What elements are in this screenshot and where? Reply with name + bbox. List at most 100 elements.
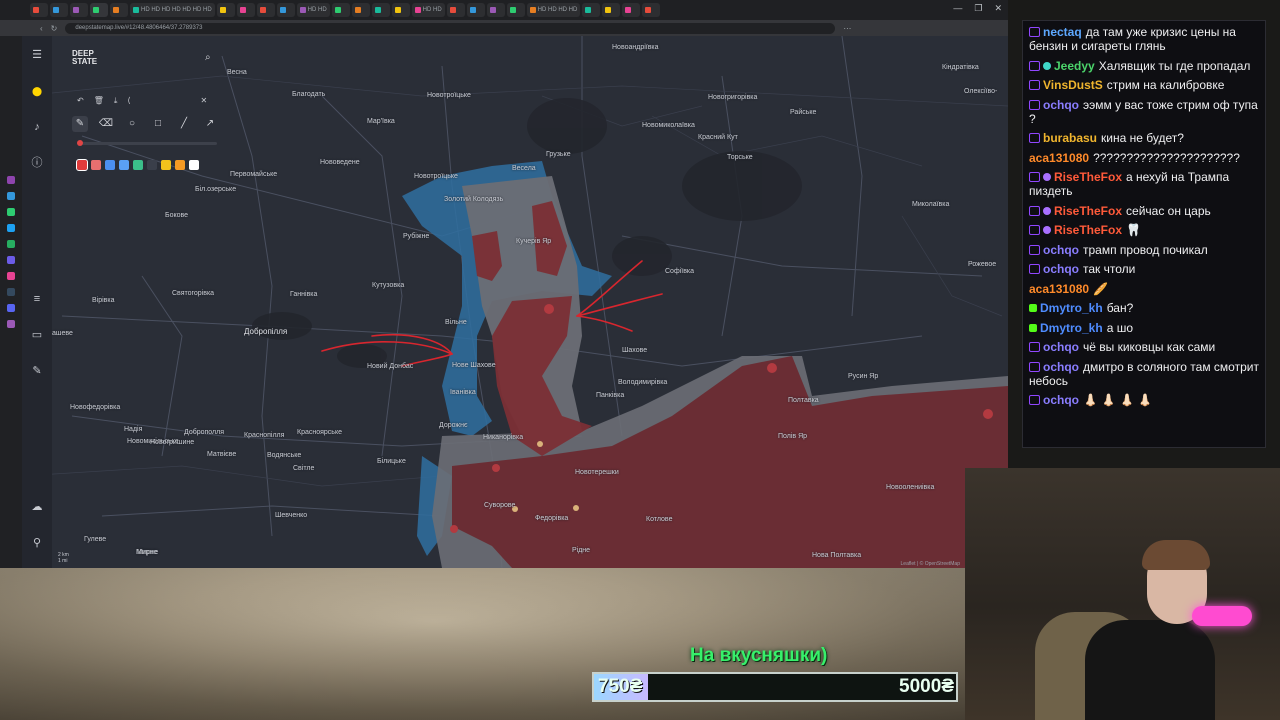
chat-username[interactable]: ochqo bbox=[1043, 243, 1079, 257]
browser-tab[interactable] bbox=[486, 3, 505, 17]
arrow-tool-icon[interactable]: ↗ bbox=[202, 116, 218, 132]
map-canvas[interactable]: Новоандріївка Весна Благодать Новотроїцьке М… bbox=[22, 36, 1008, 568]
browser-tab[interactable]: HD HD bbox=[411, 3, 445, 17]
color-swatch[interactable] bbox=[105, 160, 115, 170]
undo-icon[interactable]: ↶ bbox=[77, 96, 84, 106]
maximize-button[interactable]: ❐ bbox=[974, 3, 982, 14]
browser-tab[interactable] bbox=[110, 3, 128, 17]
search-icon[interactable]: ⌕ bbox=[205, 52, 211, 63]
chat-username[interactable]: ochqo bbox=[1043, 340, 1079, 354]
url-field[interactable]: deepstatemap.live/#12/48.4806464/37.2789… bbox=[65, 22, 836, 34]
color-swatch[interactable] bbox=[76, 159, 88, 171]
browser-tab[interactable] bbox=[506, 3, 525, 17]
browser-tab[interactable] bbox=[371, 3, 390, 17]
eraser-tool-icon[interactable]: ⌫ bbox=[98, 116, 114, 132]
browser-tab[interactable] bbox=[446, 3, 465, 17]
color-swatch[interactable] bbox=[91, 160, 101, 170]
deepstate-rail: ☰ ⬤ ♪ ⓘ ≡ ▭ ✎ ☁ ⚲ ◎ ☢ bbox=[22, 36, 52, 568]
close-window-button[interactable]: ✕ bbox=[994, 3, 1002, 14]
browser-tab[interactable]: HD HD HD HD HD HD HD bbox=[130, 3, 215, 17]
browser-tab[interactable] bbox=[331, 3, 350, 17]
browser-tab[interactable]: HD HD HD HD bbox=[526, 3, 581, 17]
logo-line2: STATE bbox=[72, 57, 98, 66]
browser-tab[interactable] bbox=[391, 3, 410, 17]
chat-username[interactable]: aca131080 bbox=[1029, 151, 1089, 165]
chat-username[interactable]: burabasu bbox=[1043, 131, 1097, 145]
chat-text: чё вы киковцы как сами bbox=[1083, 340, 1216, 354]
app-icon[interactable] bbox=[7, 256, 15, 264]
app-icon[interactable] bbox=[7, 208, 15, 216]
chat-username[interactable]: nectaq bbox=[1043, 25, 1082, 39]
browser-tab[interactable]: HD HD bbox=[296, 3, 330, 17]
browser-tab[interactable] bbox=[602, 3, 621, 17]
chat-username[interactable]: RiseTheFox bbox=[1054, 223, 1122, 237]
chat-username[interactable]: ochqo bbox=[1043, 393, 1079, 407]
list-icon[interactable]: ▭ bbox=[30, 328, 44, 342]
browser-tab[interactable] bbox=[642, 3, 661, 17]
app-icon[interactable] bbox=[7, 224, 15, 232]
map-place-label: Грузьке bbox=[546, 151, 571, 158]
app-icon[interactable] bbox=[7, 192, 15, 200]
deepstate-logo[interactable]: DEEP STATE bbox=[72, 50, 97, 66]
slider-thumb[interactable] bbox=[77, 140, 83, 146]
circle-tool-icon[interactable]: ○ bbox=[124, 116, 140, 132]
color-swatch[interactable] bbox=[133, 160, 143, 170]
chat-username[interactable]: Dmytro_kh bbox=[1040, 321, 1103, 335]
notifications-icon[interactable]: ♪ bbox=[30, 120, 44, 134]
browser-tab[interactable] bbox=[622, 3, 641, 17]
stroke-width-slider[interactable] bbox=[77, 140, 217, 146]
antenna-icon[interactable]: ⚲ bbox=[30, 536, 44, 550]
browser-tab[interactable] bbox=[90, 3, 108, 17]
app-icon[interactable] bbox=[7, 304, 15, 312]
chat-username[interactable]: aca131080 bbox=[1029, 282, 1089, 296]
browser-tab[interactable] bbox=[216, 3, 235, 17]
cloud-icon[interactable]: ☁ bbox=[30, 500, 44, 514]
menu-icon[interactable]: ☰ bbox=[30, 48, 44, 62]
browser-tab[interactable] bbox=[466, 3, 485, 17]
extensions-icon[interactable]: ⋯ bbox=[843, 24, 851, 33]
info-icon[interactable]: ⓘ bbox=[30, 156, 44, 170]
chat-username[interactable]: RiseTheFox bbox=[1054, 170, 1122, 184]
browser-tab[interactable] bbox=[70, 3, 88, 17]
browser-tab[interactable] bbox=[582, 3, 601, 17]
chat-username[interactable]: RiseTheFox bbox=[1054, 204, 1122, 218]
chat-username[interactable]: Jeedyy bbox=[1054, 59, 1095, 73]
ukraine-flag-icon[interactable]: ⬤ bbox=[30, 84, 44, 98]
chat-username[interactable]: ochqo bbox=[1043, 262, 1079, 276]
reload-icon[interactable]: ↻ bbox=[51, 24, 58, 33]
browser-tab[interactable] bbox=[236, 3, 255, 17]
chat-username[interactable]: VinsDustS bbox=[1043, 78, 1103, 92]
minimize-button[interactable]: — bbox=[953, 3, 962, 14]
app-icon[interactable] bbox=[7, 320, 15, 328]
close-icon[interactable]: ✕ bbox=[201, 96, 208, 106]
browser-tab[interactable] bbox=[256, 3, 275, 17]
app-icon[interactable] bbox=[7, 176, 15, 184]
app-icon[interactable] bbox=[7, 272, 15, 280]
color-swatch[interactable] bbox=[161, 160, 171, 170]
draw-tool-icon[interactable]: ✎ bbox=[30, 364, 44, 378]
color-swatch[interactable] bbox=[119, 160, 129, 170]
browser-tab[interactable] bbox=[50, 3, 68, 17]
color-swatch[interactable] bbox=[189, 160, 199, 170]
delete-icon[interactable]: 🗑 bbox=[94, 96, 104, 106]
back-icon[interactable]: ‹ bbox=[40, 24, 43, 33]
share-icon[interactable]: ⟨ bbox=[127, 96, 130, 106]
download-icon[interactable]: ⤓ bbox=[114, 96, 118, 106]
pen-tool-icon[interactable]: ✎ bbox=[72, 116, 88, 132]
color-swatch[interactable] bbox=[147, 160, 157, 170]
color-swatch[interactable] bbox=[175, 160, 185, 170]
browser-tab[interactable] bbox=[276, 3, 295, 17]
browser-tab[interactable] bbox=[351, 3, 370, 17]
chat-username[interactable]: Dmytro_kh bbox=[1040, 301, 1103, 315]
map-place-label: Рідне bbox=[572, 547, 591, 554]
layers-icon[interactable]: ≡ bbox=[30, 292, 44, 306]
chat-username[interactable]: ochqo bbox=[1043, 360, 1079, 374]
twitch-icon bbox=[1029, 99, 1040, 110]
line-tool-icon[interactable]: ╱ bbox=[176, 116, 192, 132]
chat-username[interactable]: ochqo bbox=[1043, 98, 1079, 112]
app-icon[interactable] bbox=[7, 240, 15, 248]
app-icon[interactable] bbox=[7, 288, 15, 296]
browser-tab[interactable] bbox=[30, 3, 48, 17]
map-attribution[interactable]: Leaflet | © OpenStreetMap bbox=[901, 561, 960, 567]
rectangle-tool-icon[interactable]: □ bbox=[150, 116, 166, 132]
